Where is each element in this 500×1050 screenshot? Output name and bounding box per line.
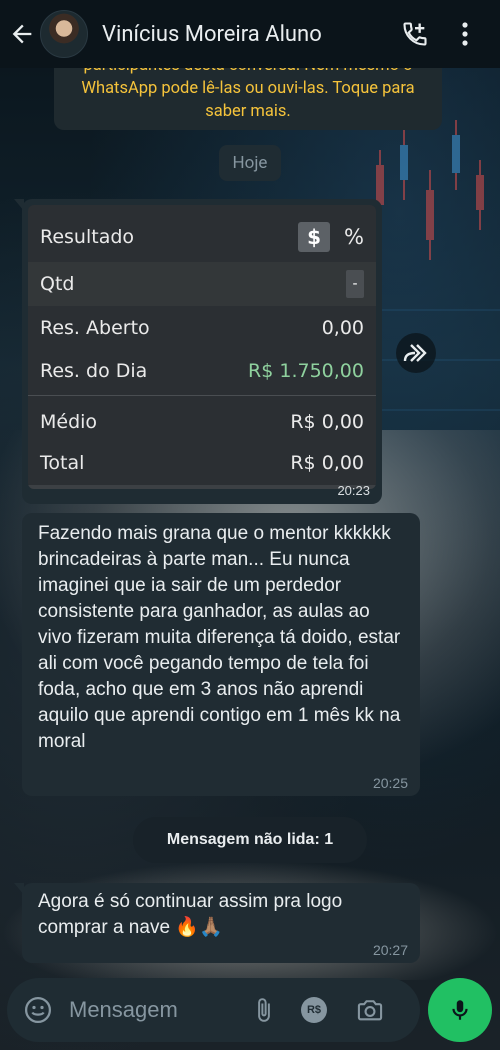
panel-row-medio: Médio R$ 0,00 (28, 400, 376, 444)
percent-toggle: % (344, 225, 364, 249)
message-time: 20:27 (372, 942, 408, 958)
panel-row-qtd: Qtd - (28, 262, 376, 306)
message-text: Agora é só continuar assim pra logo comp… (38, 891, 343, 938)
row-label: Res. Aberto (40, 317, 150, 339)
unread-messages-divider: Mensagem não lida: 1 (133, 817, 367, 863)
panel-row-total: Total R$ 0,00 (28, 441, 376, 485)
camera-icon[interactable] (355, 995, 385, 1025)
panel-row-res-dia: Res. do Dia R$ 1.750,00 (28, 349, 376, 393)
message-input[interactable] (67, 996, 231, 1024)
add-call-icon[interactable] (400, 19, 430, 49)
message-composer: R$ (7, 978, 420, 1042)
forward-button[interactable] (396, 333, 436, 373)
row-value: R$ 1.750,00 (248, 360, 364, 382)
panel-scroll-strip (28, 485, 376, 489)
row-value: R$ 0,00 (290, 411, 364, 433)
contact-name[interactable]: Vinícius Moreira Aluno (102, 22, 400, 47)
attach-icon[interactable] (249, 995, 279, 1025)
voice-message-button[interactable] (428, 978, 492, 1042)
message-time: 20:23 (337, 483, 370, 498)
forward-icon (403, 344, 427, 362)
panel-row-res-aberto: Res. Aberto 0,00 (28, 306, 376, 350)
notice-line-3: saber mais. (205, 102, 291, 121)
more-options-icon[interactable] (450, 19, 480, 49)
row-label: Total (40, 452, 85, 474)
chat-header: Vinícius Moreira Aluno (0, 0, 500, 68)
row-label: Médio (40, 411, 98, 433)
message-time: 20:25 (372, 775, 408, 791)
row-value: R$ 0,00 (290, 452, 364, 474)
panel-header-row: Resultado $ % (28, 215, 376, 259)
back-arrow-icon[interactable] (8, 20, 36, 48)
panel-header-label: Resultado (40, 226, 135, 248)
row-value: - (346, 270, 364, 298)
currency-toggle: $ (298, 222, 331, 252)
trading-result-panel: Resultado $ % Qtd - Res. Aberto 0,00 Res… (28, 205, 376, 489)
microphone-icon (452, 1000, 468, 1020)
payment-icon-label: R$ (306, 1004, 322, 1016)
row-value: 0,00 (321, 317, 364, 339)
panel-divider (28, 395, 376, 396)
avatar[interactable] (40, 10, 88, 58)
text-message[interactable]: Fazendo mais grana que o mentor kkkkkk b… (22, 513, 420, 796)
date-separator: Hoje (219, 145, 281, 181)
image-message[interactable]: Resultado $ % Qtd - Res. Aberto 0,00 Res… (14, 199, 382, 504)
row-label: Res. do Dia (40, 360, 148, 382)
row-label: Qtd (40, 273, 75, 295)
message-text: Fazendo mais grana que o mentor kkkkkk b… (38, 523, 401, 752)
text-message[interactable]: Agora é só continuar assim pra logo comp… (14, 883, 420, 963)
notice-line-2: WhatsApp pode lê-las ou ouvi-las. Toque … (81, 79, 415, 98)
emoji-icon[interactable] (23, 995, 53, 1025)
payment-icon[interactable]: R$ (299, 995, 329, 1025)
